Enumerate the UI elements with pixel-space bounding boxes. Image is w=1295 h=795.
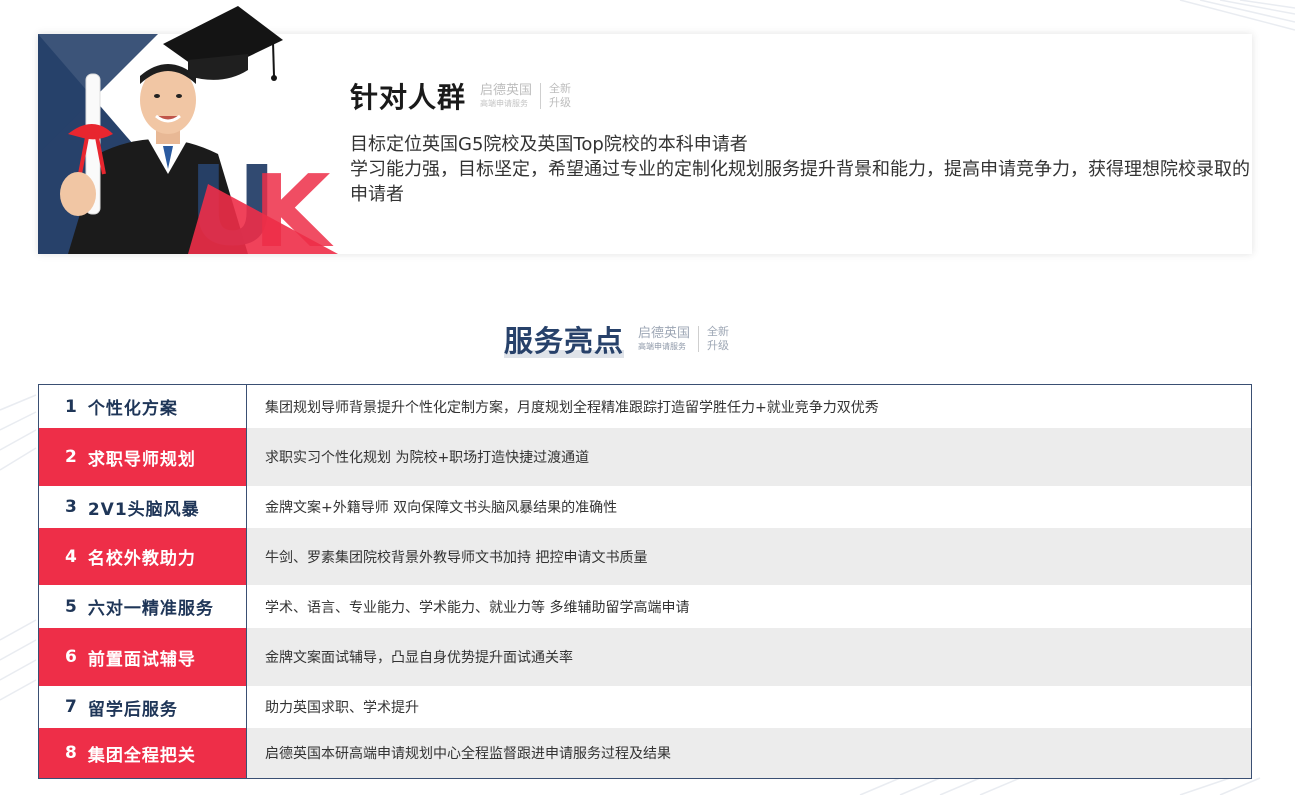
row-description: 学术、语言、专业能力、学术能力、就业力等 多维辅助留学高端申请 bbox=[247, 585, 1251, 628]
row-description: 求职实习个性化规划 为院校+职场打造快捷过渡通道 bbox=[247, 428, 1251, 486]
brand-logo: 启德英国 高端申请服务 全新 升级 bbox=[638, 325, 729, 353]
brand-subtitle: 高端申请服务 bbox=[638, 342, 687, 351]
row-description: 助力英国求职、学术提升 bbox=[247, 686, 1251, 728]
row-label-text: 前置面试辅导 bbox=[87, 649, 196, 670]
highlights-title: 服务亮点 bbox=[504, 318, 625, 360]
table-row: 2 求职导师规划 求职实习个性化规划 为院校+职场打造快捷过渡通道 bbox=[39, 428, 1251, 486]
row-description: 牛剑、罗素集团院校背景外教导师文书加持 把控申请文书质量 bbox=[247, 528, 1251, 585]
row-label-text: 名校外教助力 bbox=[87, 549, 196, 569]
row-number: 5 bbox=[65, 596, 78, 617]
table-row: 6 前置面试辅导 金牌文案面试辅导，凸显自身优势提升面试通关率 bbox=[39, 628, 1251, 686]
row-label-text: 求职导师规划 bbox=[87, 449, 196, 470]
row-label: 5 六对一精准服务 bbox=[39, 585, 247, 628]
row-number: 4 bbox=[65, 546, 78, 567]
brand-tag-new: 全新 bbox=[707, 325, 730, 338]
highlights-table: 1 个性化方案 集团规划导师背景提升个性化定制方案，月度规划全程精准跟踪打造留学胜… bbox=[38, 384, 1252, 779]
audience-title: 针对人群 bbox=[350, 81, 467, 114]
table-row: 3 2V1头脑风暴 金牌文案+外籍导师 双向保障文书头脑风暴结果的准确性 bbox=[39, 486, 1251, 528]
row-label: 1 个性化方案 bbox=[39, 385, 247, 428]
table-row: 1 个性化方案 集团规划导师背景提升个性化定制方案，月度规划全程精准跟踪打造留学胜… bbox=[39, 385, 1251, 428]
row-number: 1 bbox=[65, 396, 78, 417]
row-number: 6 bbox=[65, 647, 78, 667]
row-label-text: 个性化方案 bbox=[87, 399, 178, 419]
row-description: 金牌文案+外籍导师 双向保障文书头脑风暴结果的准确性 bbox=[247, 486, 1251, 528]
brand-divider bbox=[540, 83, 542, 109]
brand-subtitle: 高端申请服务 bbox=[480, 99, 529, 108]
row-number: 2 bbox=[65, 447, 78, 467]
row-label-text: 留学后服务 bbox=[87, 699, 178, 720]
graduate-illustration: U K bbox=[38, 34, 338, 254]
row-label: 2 求职导师规划 bbox=[39, 428, 247, 486]
table-row: 8 集团全程把关 启德英国本研高端申请规划中心全程监督跟进申请服务过程及结果 bbox=[39, 728, 1251, 778]
highlights-header: 服务亮点 启德英国 高端申请服务 全新 升级 bbox=[504, 318, 729, 360]
row-description: 启德英国本研高端申请规划中心全程监督跟进申请服务过程及结果 bbox=[247, 728, 1251, 778]
audience-card: U K 针对人群 启德英国 高端申请服务 全新 升级 目标定位英国G5院校及英国… bbox=[38, 34, 1252, 254]
table-row: 5 六对一精准服务 学术、语言、专业能力、学术能力、就业力等 多维辅助留学高端申请 bbox=[39, 585, 1251, 628]
table-row: 7 留学后服务 助力英国求职、学术提升 bbox=[39, 686, 1251, 728]
brand-tag-upgrade: 升级 bbox=[549, 96, 572, 109]
brand-divider bbox=[698, 326, 700, 352]
brand-name: 启德英国 bbox=[480, 83, 533, 98]
audience-line: 学习能力强，目标坚定，希望通过专业的定制化规划服务提升背景和能力，提高申请竞争力… bbox=[350, 159, 1250, 205]
row-number: 8 bbox=[65, 743, 78, 763]
brand-name: 启德英国 bbox=[638, 326, 691, 341]
row-label: 6 前置面试辅导 bbox=[39, 628, 247, 686]
brand-logo: 启德英国 高端申请服务 全新 升级 bbox=[480, 82, 571, 110]
row-label-text: 六对一精准服务 bbox=[87, 599, 214, 619]
row-label-text: 2V1头脑风暴 bbox=[87, 499, 200, 520]
row-label: 4 名校外教助力 bbox=[39, 528, 247, 585]
row-label: 3 2V1头脑风暴 bbox=[39, 486, 247, 528]
graduate-photo: U K bbox=[38, 34, 338, 254]
row-label: 7 留学后服务 bbox=[39, 686, 247, 728]
row-number: 7 bbox=[65, 697, 78, 717]
row-label: 8 集团全程把关 bbox=[39, 728, 247, 778]
audience-line: 目标定位英国G5院校及英国Top院校的本科申请者 bbox=[350, 134, 748, 155]
row-description: 集团规划导师背景提升个性化定制方案，月度规划全程精准跟踪打造留学胜任力+就业竞争… bbox=[247, 385, 1251, 428]
row-description: 金牌文案面试辅导，凸显自身优势提升面试通关率 bbox=[247, 628, 1251, 686]
brand-tag-upgrade: 升级 bbox=[707, 339, 730, 352]
row-number: 3 bbox=[65, 497, 78, 517]
table-row: 4 名校外教助力 牛剑、罗素集团院校背景外教导师文书加持 把控申请文书质量 bbox=[39, 528, 1251, 585]
brand-tag-new: 全新 bbox=[549, 82, 572, 95]
svg-text:K: K bbox=[253, 153, 334, 254]
row-label-text: 集团全程把关 bbox=[87, 745, 196, 766]
audience-description: 目标定位英国G5院校及英国Top院校的本科申请者 学习能力强，目标坚定，希望通过… bbox=[350, 132, 1250, 207]
